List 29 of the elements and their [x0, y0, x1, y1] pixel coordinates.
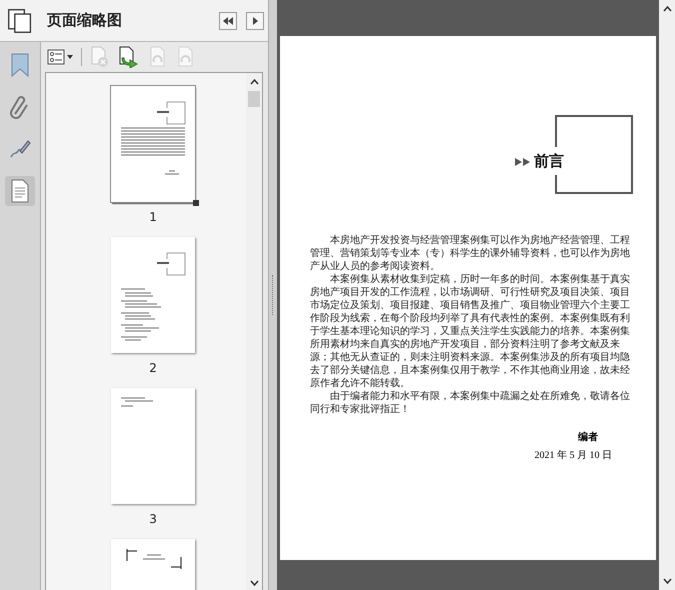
page-heading: 前言 [534, 152, 564, 171]
collapse-button[interactable] [219, 12, 238, 30]
scroll-down-icon[interactable] [250, 580, 259, 586]
page-number: 1 [149, 210, 157, 224]
pages-icon [7, 6, 33, 34]
page-thumbnail[interactable] [111, 237, 196, 353]
insert-page-button[interactable] [118, 46, 140, 68]
page-tab[interactable] [5, 176, 35, 206]
page-number: 3 [149, 512, 157, 526]
scroll-down-icon[interactable] [662, 578, 672, 584]
signature: 编者 [578, 430, 598, 444]
options-button[interactable] [47, 48, 82, 66]
page-thumbnail[interactable] [111, 388, 196, 504]
body-paragraph: 本案例集从素材收集到定稿，历时一年多的时间。本案例集基于真实房地产项目开发的工作流程，以市场调研、可行性研究及项目决策、项目市场定位及策划、项目报建、项目销售及推广、项目物业管理六个主要工作阶段为线索，在每个阶段均列举了具有代表性的案例。本案例集既有利于学生基本理论知识的学习，又重点关注学生实践能力的培养。本案例集所用素材均来自真实的房地产开发项目，部分资料注明了参考文献及来源；其他无从查证的，则未注明资料来源。本案例集涉及的所有项目均隐去了部分关键信息，且本案例集仅用于教学，不作其他商业用途，故未经原作者允许不能转载。 [310, 273, 630, 390]
body-paragraph: 本房地产开发投资与经营管理案例集可以作为房地产经营管理、工程管理、营销策划等专业本（专）科学生的课外辅导资料，也可以作为房地产从业人员的参考阅读资料。 [310, 234, 630, 273]
rewind-icon [222, 16, 234, 26]
page-content-drawing [126, 548, 182, 570]
page-number: 2 [149, 361, 157, 375]
scroll-up-icon[interactable] [250, 79, 259, 85]
panel-title: 页面缩略图 [47, 11, 123, 30]
body-paragraph: 由于编者能力和水平有限，本案例集中疏漏之处在所难免，敬请各位同行和专家批评指正！ [310, 390, 630, 416]
resize-handle[interactable] [193, 200, 200, 206]
double-arrow-icon [515, 158, 531, 166]
scroll-thumb[interactable] [248, 91, 260, 107]
scroll-up-icon[interactable] [662, 6, 672, 12]
expand-button[interactable] [246, 12, 264, 30]
page-content-drawing [120, 398, 154, 406]
play-icon [251, 16, 260, 26]
date: 2021 年 5 月 10 日 [534, 449, 612, 462]
